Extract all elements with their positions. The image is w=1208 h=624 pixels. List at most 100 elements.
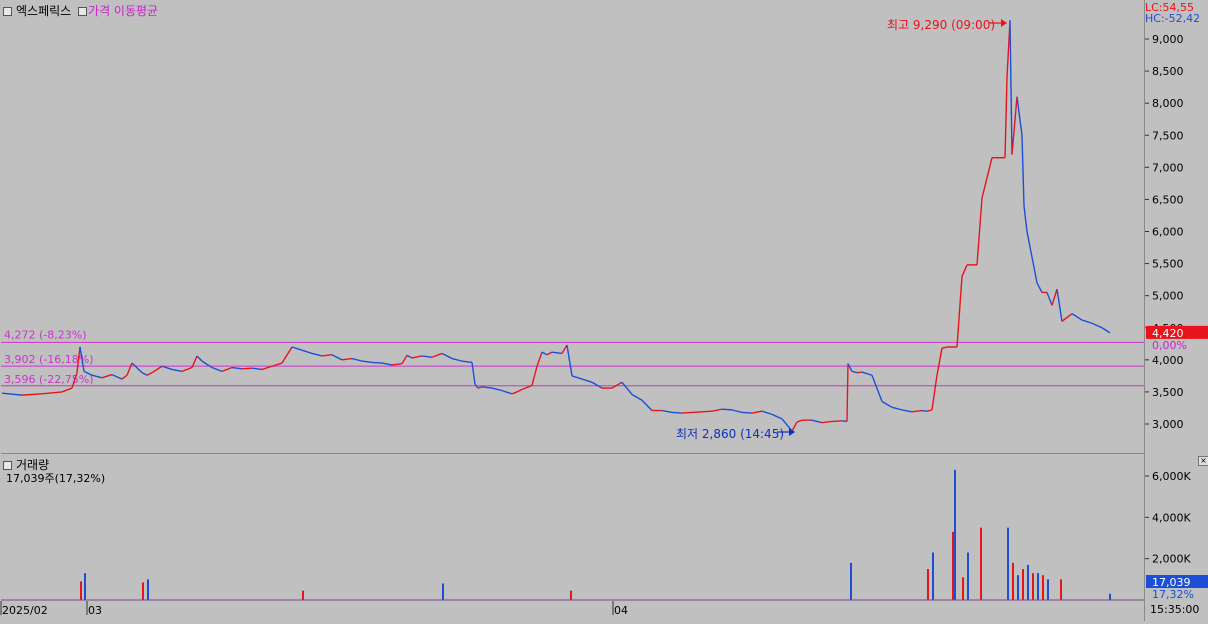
price-segment [761,410,773,416]
price-segment [331,354,343,361]
price-segment [1071,313,1083,321]
price-tick-label: 7,000 [1152,161,1184,174]
close-x-icon[interactable]: × [1198,456,1208,466]
price-segment [731,409,743,414]
x-axis-svg: 2025/02 03 04 [0,601,628,617]
price-segment [1061,313,1073,322]
price-segment [901,409,913,413]
price-segment [1081,319,1093,324]
price-segment [1091,322,1103,329]
price-segment [131,362,143,374]
stock-name: 엑스페릭스 [16,4,72,18]
price-tick-label: 7,500 [1152,129,1184,142]
price-segment [231,366,243,370]
right-axis[interactable]: LC:54,55 HC:-52,42 3,0003,5004,0004,5005… [1144,0,1208,621]
price-segment [321,354,333,357]
price-segment [841,420,848,423]
chart-window: 4,272 (-8,23%) 3,902 (-16,18%) 3,596 (-22,… [0,0,1208,621]
price-segment [661,409,673,414]
volume-bar [1022,569,1024,600]
square-checkbox-icon[interactable] [78,7,88,16]
price-segment [851,370,858,374]
price-segment [546,351,553,356]
price-segment [151,365,163,374]
price-segment [1009,20,1013,155]
price-segment [751,410,763,414]
volume-bar [147,579,149,600]
volume-bar [1032,573,1034,600]
price-segment [111,373,123,380]
square-checkbox-icon[interactable] [3,461,12,470]
volume-bar [302,590,304,600]
price-segment [1056,289,1063,322]
price-segment [976,198,983,265]
price-segment [351,357,363,362]
price-segment [406,354,413,359]
high-annotation: 최고 9,290 (09:00) [887,16,995,33]
price-segment [711,408,723,412]
price-segment [261,365,273,371]
arrow-head [789,428,795,436]
volume-bar [142,582,144,600]
price-segment [956,276,963,348]
price-segment [1051,289,1058,306]
low-annotation-text: 최저 2,860 (14:45) [676,427,785,441]
square-checkbox-icon[interactable] [3,7,12,16]
price-segment [221,366,233,373]
arrow-head [1001,19,1007,27]
volume-pane[interactable]: 거래량 17,039주(17,32%) [1,455,1144,602]
price-segment [681,411,693,414]
price-tick-label: 5,000 [1152,290,1184,303]
price-segment [41,391,63,395]
price-segment [477,386,483,389]
price-segment [1026,231,1033,258]
volume-bar [1042,575,1044,600]
price-segment [631,393,643,401]
price-segment [821,420,833,424]
volume-bar [1047,579,1049,600]
price-tick-label: 8,000 [1152,97,1184,110]
price-segment [491,387,503,392]
volume-bar [1037,573,1039,600]
x-tick-label: 04 [614,604,628,617]
volume-bar [952,531,954,600]
price-segment [561,344,568,354]
price-segment [541,351,548,356]
price-tick-label: 3,000 [1152,418,1184,431]
price-segment [481,386,493,389]
volume-bar [442,583,444,600]
price-segment [831,420,843,423]
price-segment [146,372,153,376]
volume-bar [1007,527,1009,600]
price-tick-label: 4,000 [1152,354,1184,367]
current-pct-text: 0,00% [1152,339,1187,352]
price-segment [391,362,403,366]
price-pane[interactable]: 4,272 (-8,23%) 3,902 (-16,18%) 3,596 (-22,… [1,1,1144,454]
price-segment [846,363,849,422]
price-segment [91,374,103,379]
axis-ticks-svg: 3,0003,5004,0004,5005,0005,5006,0006,500… [1145,33,1208,601]
price-segment [881,400,893,408]
price-segment [371,361,383,364]
volume-bar [954,469,956,600]
price-segment [891,406,903,411]
low-annotation: 최저 2,860 (14:45) [676,425,784,442]
price-segment [536,351,543,367]
volume-bar [570,590,572,600]
time-readout: 15:35:00 [1150,603,1200,616]
volume-bar [850,562,852,600]
x-tick-label: 03 [88,604,102,617]
price-segment [926,409,933,412]
volume-bar [1109,593,1111,600]
volume-bar [927,569,929,600]
price-segment [941,346,948,349]
price-segment [121,374,128,380]
price-tick-label: 3,500 [1152,386,1184,399]
price-segment [641,399,653,412]
volume-chart-svg [1,469,1144,601]
price-segment [126,362,133,376]
price-legend: 엑스페릭스 가격 이동평균 [3,2,158,19]
price-segment [61,387,73,393]
price-segment [861,371,873,376]
price-segment [551,351,563,355]
